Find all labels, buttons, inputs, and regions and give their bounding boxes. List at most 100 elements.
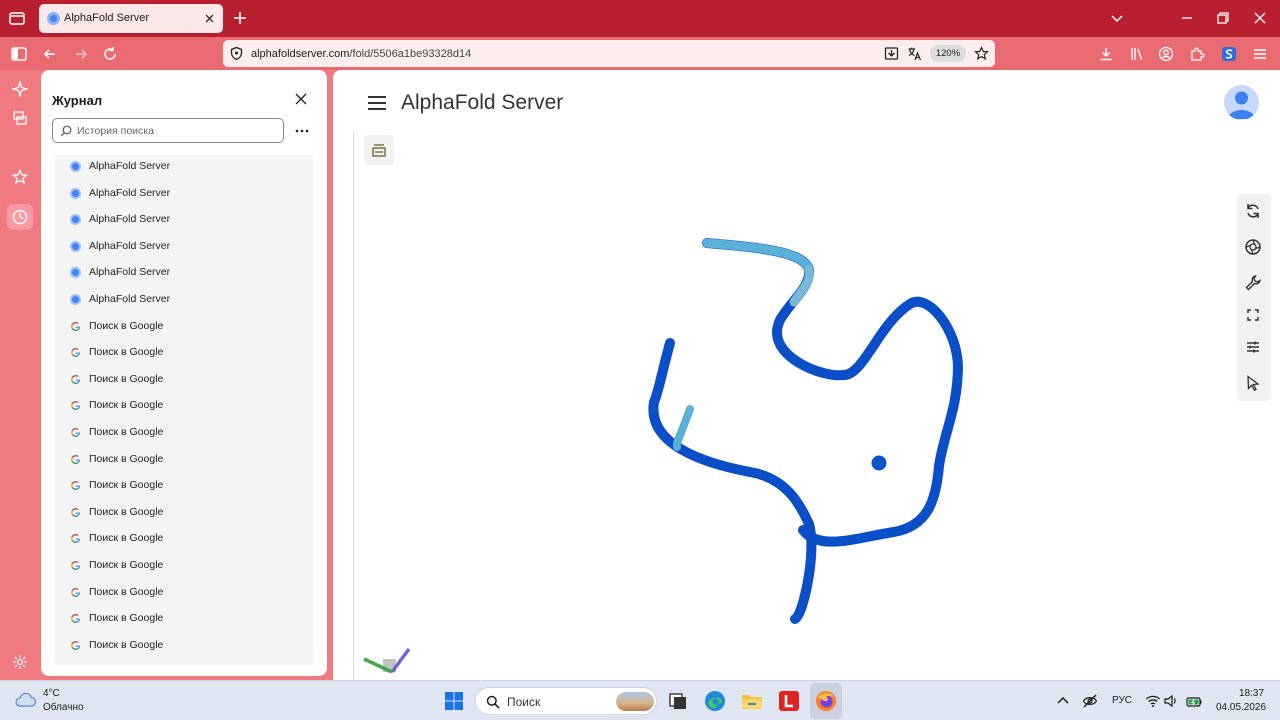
settings-gear-icon[interactable]: [12, 654, 28, 670]
history-item-label: Поиск в Google: [89, 505, 164, 518]
downloads-icon[interactable]: [1098, 46, 1114, 62]
address-bar[interactable]: alphafoldserver.com/fold/5506a1be93328d1…: [223, 40, 995, 67]
bookmarks-icon[interactable]: [12, 169, 28, 185]
edge-browser-icon[interactable]: [703, 689, 727, 713]
taskbar-search-box[interactable]: Поиск: [475, 687, 657, 715]
account-icon[interactable]: [1158, 46, 1174, 62]
history-item-label: Поиск в Google: [89, 479, 164, 492]
history-item-label: Поиск в Google: [89, 399, 164, 412]
history-item[interactable]: Поиск в Google: [55, 452, 313, 480]
browser-tabbar: AlphaFold Server: [0, 0, 1280, 37]
history-item[interactable]: AlphaFold Server: [55, 213, 313, 240]
forward-icon[interactable]: [73, 46, 89, 62]
input-language[interactable]: РУС: [1112, 695, 1132, 706]
google-icon: [71, 640, 80, 650]
structure-viewer[interactable]: [353, 132, 1280, 680]
history-item[interactable]: Поиск в Google: [55, 399, 313, 426]
translate-icon[interactable]: [907, 46, 922, 61]
reset-rotate-icon[interactable]: [1244, 202, 1262, 220]
volume-icon[interactable]: [1163, 693, 1179, 709]
firefox-icon[interactable]: [814, 689, 838, 713]
history-item[interactable]: Поиск в Google: [55, 505, 313, 533]
history-item[interactable]: Поиск в Google: [55, 532, 313, 559]
show-hidden-icons-chevron[interactable]: [1055, 693, 1071, 709]
battery-charging-icon[interactable]: [1186, 693, 1202, 709]
history-search-box[interactable]: [52, 118, 284, 143]
google-icon: [71, 534, 80, 544]
history-item[interactable]: AlphaFold Server: [55, 160, 313, 187]
search-highlight-image: [616, 692, 654, 711]
file-explorer-icon[interactable]: [740, 689, 764, 713]
url-text[interactable]: alphafoldserver.com/fold/5506a1be93328d1…: [251, 48, 471, 60]
history-item[interactable]: Поиск в Google: [55, 346, 313, 373]
history-item[interactable]: Поиск в Google: [55, 612, 313, 639]
alphafold-icon: [70, 214, 81, 226]
zoom-level-badge[interactable]: 120%: [930, 45, 966, 62]
tab-list-icon[interactable]: [8, 9, 26, 27]
fullscreen-icon[interactable]: [1244, 306, 1262, 324]
screenshot-aperture-icon[interactable]: [1244, 238, 1262, 256]
extension-s-icon[interactable]: [1221, 46, 1237, 62]
controls-tune-icon[interactable]: [1244, 338, 1262, 356]
weather-temperature[interactable]: 4°C: [43, 688, 60, 699]
history-item-label: Поиск в Google: [89, 346, 164, 359]
user-avatar[interactable]: [1224, 85, 1259, 120]
main-menu-button[interactable]: [368, 96, 386, 110]
history-item-label: AlphaFold Server: [89, 293, 171, 305]
history-item-label: Поиск в Google: [89, 638, 164, 651]
new-tab-icon[interactable]: [232, 10, 248, 26]
history-search-input[interactable]: [77, 123, 277, 138]
wifi-icon[interactable]: [1145, 693, 1161, 709]
clock-date[interactable]: 04.05.2026: [1216, 702, 1266, 713]
history-item[interactable]: AlphaFold Server: [55, 293, 313, 320]
minimize-icon[interactable]: [1179, 10, 1195, 26]
history-item[interactable]: Поиск в Google: [55, 586, 313, 613]
history-item[interactable]: Поиск в Google: [55, 559, 313, 586]
protein-backbone-tube: [648, 238, 964, 624]
tab-overflow-chevron-icon[interactable]: [1109, 10, 1125, 26]
wrench-settings-icon[interactable]: [1244, 274, 1262, 292]
reload-icon[interactable]: [102, 46, 118, 62]
history-item[interactable]: AlphaFold Server: [55, 266, 313, 293]
install-page-icon[interactable]: [884, 46, 899, 61]
taskbar-search-placeholder: Поиск: [507, 695, 541, 709]
history-item[interactable]: AlphaFold Server: [55, 240, 313, 267]
extensions-icon[interactable]: [1189, 46, 1205, 62]
history-item[interactable]: AlphaFold Server: [55, 187, 313, 214]
history-item-label: Поиск в Google: [89, 612, 164, 625]
history-icon[interactable]: [12, 209, 28, 225]
back-icon[interactable]: [42, 46, 58, 62]
close-window-icon[interactable]: [1252, 10, 1268, 26]
red-l-app-icon[interactable]: [777, 689, 801, 713]
history-item-label: Поиск в Google: [89, 452, 164, 465]
history-item[interactable]: Поиск в Google: [55, 638, 313, 665]
close-tab-icon[interactable]: [202, 11, 217, 26]
history-item[interactable]: Поиск в Google: [55, 479, 313, 506]
synced-tabs-icon[interactable]: [12, 110, 28, 126]
clock-time[interactable]: 18:37: [1239, 688, 1264, 699]
restore-icon[interactable]: [1215, 10, 1231, 26]
sidebar-toggle-icon[interactable]: [11, 46, 27, 62]
bookmark-star-icon[interactable]: [974, 46, 989, 61]
eye-off-icon[interactable]: [1082, 693, 1098, 709]
history-item[interactable]: Поиск в Google: [55, 426, 313, 453]
google-icon: [71, 321, 80, 331]
low-confidence-terminus-c: [672, 405, 694, 451]
ai-chatbot-icon[interactable]: [12, 81, 28, 97]
browser-tab-alphafold[interactable]: AlphaFold Server: [39, 4, 223, 33]
windows-start-icon[interactable]: [444, 691, 464, 711]
user-avatar-icon: [1228, 91, 1255, 119]
history-item-label: Поиск в Google: [89, 319, 164, 332]
selection-cursor-icon[interactable]: [1244, 374, 1262, 392]
weather-description[interactable]: Облачно: [43, 702, 84, 713]
more-options-icon[interactable]: [294, 123, 310, 139]
history-item[interactable]: Поиск в Google: [55, 319, 313, 347]
task-view-icon[interactable]: [666, 689, 690, 713]
google-icon: [71, 561, 80, 570]
app-menu-icon[interactable]: [1252, 46, 1268, 62]
library-icon[interactable]: [1129, 46, 1145, 62]
cloudy-weather-icon[interactable]: [15, 690, 37, 710]
site-info-icon[interactable]: [229, 46, 244, 61]
history-item[interactable]: Поиск в Google: [55, 373, 313, 400]
close-sidebar-icon[interactable]: [293, 91, 309, 107]
